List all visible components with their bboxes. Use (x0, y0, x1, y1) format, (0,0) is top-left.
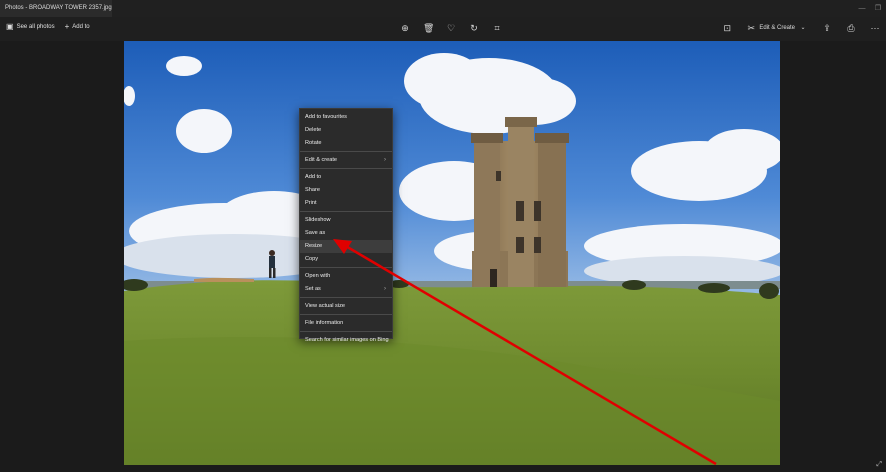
toolbar-right-actions: ⊡ ✂ Edit & Create ⌄ ⇪ ⎙ ⋯ (722, 22, 880, 34)
favourite-icon[interactable]: ♡ (446, 22, 456, 34)
menu-item-search-for-similar-images-on-bing[interactable]: Search for similar images on Bing (300, 334, 392, 347)
see-all-photos-label: See all photos (16, 23, 55, 30)
menu-item-label: Print (305, 200, 317, 206)
gallery-icon: ▣ (6, 22, 14, 31)
menu-separator (300, 211, 392, 212)
photos-app-window: Photos - BROADWAY TOWER 2357.jpg — ❐ ▣ S… (0, 0, 886, 472)
see-all-photos-button[interactable]: ▣ See all photos (6, 22, 55, 31)
menu-item-view-actual-size[interactable]: View actual size (300, 300, 392, 313)
window-controls: — ❐ (854, 0, 886, 17)
menu-item-label: Search for similar images on Bing (305, 337, 389, 343)
menu-item-delete[interactable]: Delete (300, 124, 392, 137)
toolbar: ▣ See all photos + Add to ⊕ 🗑 ♡ ↻ ⌗ ⊡ ✂ … (0, 17, 886, 41)
menu-item-label: Rotate (305, 140, 322, 146)
menu-item-label: Resize (305, 243, 323, 249)
menu-item-file-information[interactable]: File information (300, 317, 392, 330)
menu-item-slideshow[interactable]: Slideshow (300, 214, 392, 227)
menu-separator (300, 297, 392, 298)
image-viewer[interactable]: ⤢ (0, 41, 886, 472)
toolbar-center-actions: ⊕ 🗑 ♡ ↻ ⌗ (400, 22, 502, 34)
print-icon[interactable]: ⎙ (846, 22, 856, 34)
menu-item-share[interactable]: Share (300, 184, 392, 197)
edit-create-icon: ✂ (747, 23, 756, 33)
more-icon[interactable]: ⋯ (870, 22, 880, 34)
menu-separator (300, 151, 392, 152)
menu-item-label: View actual size (305, 303, 346, 309)
plus-icon: + (64, 22, 70, 31)
menu-item-resize[interactable]: Resize (300, 240, 392, 253)
menu-item-save-as[interactable]: Save as (300, 227, 392, 240)
maximize-icon[interactable]: ❐ (870, 0, 886, 17)
context-menu: Add to favourites Delete Rotate Edit & crea… (299, 108, 393, 343)
photo-broadway-tower[interactable] (124, 41, 780, 465)
menu-separator (300, 168, 392, 169)
menu-item-set-as[interactable]: Set as › (300, 283, 392, 296)
menu-item-label: Save as (305, 230, 326, 236)
menu-item-label: Share (305, 187, 320, 193)
edit-create-label: Edit & Create (759, 25, 795, 31)
window-title: Photos - BROADWAY TOWER 2357.jpg (0, 0, 112, 17)
add-to-label: Add to (72, 23, 90, 30)
menu-item-label: Add to (305, 174, 322, 180)
share-icon[interactable]: ⇪ (822, 22, 832, 34)
zoom-icon[interactable]: ⊕ (400, 22, 410, 34)
menu-item-label: Edit & create (305, 157, 338, 163)
title-bar: Photos - BROADWAY TOWER 2357.jpg — ❐ (0, 0, 886, 17)
add-to-button[interactable]: + Add to (65, 22, 90, 31)
edit-create-button[interactable]: ✂ Edit & Create ⌄ (746, 22, 808, 34)
delete-icon[interactable]: 🗑 (423, 22, 434, 34)
menu-item-add-to-favourites[interactable]: Add to favourites (300, 111, 392, 124)
menu-item-open-with[interactable]: Open with (300, 270, 392, 283)
menu-item-label: File information (305, 320, 344, 326)
chevron-right-icon: › (384, 286, 386, 292)
info-icon[interactable]: ⊡ (722, 22, 732, 34)
photo-image (124, 41, 780, 465)
menu-item-label: Copy (305, 256, 319, 262)
menu-item-label: Slideshow (305, 217, 331, 223)
menu-item-copy[interactable]: Copy (300, 253, 392, 266)
crop-icon[interactable]: ⌗ (492, 22, 502, 34)
menu-item-rotate[interactable]: Rotate (300, 137, 392, 150)
minimize-icon[interactable]: — (854, 0, 870, 17)
menu-separator (300, 267, 392, 268)
menu-item-label: Open with (305, 273, 331, 279)
rotate-icon[interactable]: ↻ (469, 22, 479, 34)
menu-item-label: Add to favourites (305, 114, 347, 120)
menu-item-edit-create[interactable]: Edit & create › (300, 154, 392, 167)
expand-icon[interactable]: ⤢ (876, 461, 882, 469)
menu-item-label: Delete (305, 127, 322, 133)
menu-item-label: Set as (305, 286, 321, 292)
menu-item-print[interactable]: Print (300, 197, 392, 210)
menu-separator (300, 314, 392, 315)
chevron-right-icon: › (384, 157, 386, 163)
chevron-down-icon: ⌄ (800, 25, 806, 31)
menu-item-add-to[interactable]: Add to (300, 171, 392, 184)
menu-separator (300, 331, 392, 332)
